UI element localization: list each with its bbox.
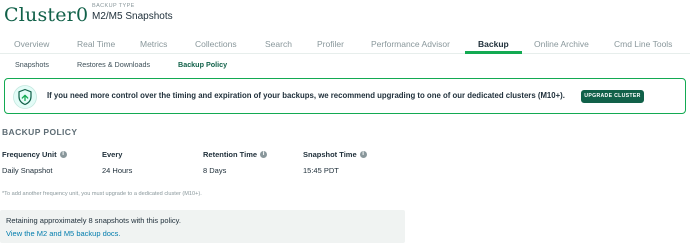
tab-backup[interactable]: Backup xyxy=(478,39,509,49)
tab-performance-advisor[interactable]: Performance Advisor xyxy=(371,39,450,49)
policy-column-value: Daily Snapshot xyxy=(2,166,53,175)
policy-column-value: 8 Days xyxy=(203,166,227,175)
info-icon[interactable]: i xyxy=(359,151,367,158)
policy-column-header-label: Retention Time xyxy=(203,150,258,159)
backup-type-label: BACKUP TYPE xyxy=(92,3,135,9)
policy-column-snapshot-time: Snapshot Time i 15:45 PDT xyxy=(303,150,367,175)
policy-column-every: Every 24 Hours xyxy=(102,150,132,175)
subtab-backup-policy[interactable]: Backup Policy xyxy=(178,60,227,69)
tab-collections[interactable]: Collections xyxy=(195,39,237,49)
tab-online-archive[interactable]: Online Archive xyxy=(534,39,589,49)
backup-policy-title: BACKUP POLICY xyxy=(2,127,78,137)
active-tab-indicator xyxy=(465,51,522,54)
upgrade-cluster-button[interactable]: UPGRADE CLUSTER xyxy=(581,90,644,103)
subtab-snapshots[interactable]: Snapshots xyxy=(15,60,49,69)
tab-search[interactable]: Search xyxy=(265,39,292,49)
tab-metrics[interactable]: Metrics xyxy=(140,39,167,49)
policy-column-header-label: Frequency Unit xyxy=(2,150,57,159)
backup-subtabs: Snapshots Restores & Downloads Backup Po… xyxy=(0,58,690,74)
tab-cmd-line-tools[interactable]: Cmd Line Tools xyxy=(614,39,672,49)
policy-column-header: Every xyxy=(102,150,132,159)
retention-summary-text: Retaining approximately 8 snapshots with… xyxy=(6,216,181,225)
retention-summary-box: Retaining approximately 8 snapshots with… xyxy=(0,210,405,243)
upgrade-banner: If you need more control over the timing… xyxy=(4,78,686,114)
shield-upgrade-icon xyxy=(13,85,37,109)
policy-column-header: Frequency Unit i xyxy=(2,150,67,159)
policy-column-frequency-unit: Frequency Unit i Daily Snapshot xyxy=(2,150,67,175)
upgrade-footnote: *To add another frequency unit, you must… xyxy=(2,191,202,197)
policy-column-retention-time: Retention Time i 8 Days xyxy=(203,150,268,175)
tab-overview[interactable]: Overview xyxy=(14,39,49,49)
cluster-header: Cluster0 BACKUP TYPE M2/M5 Snapshots xyxy=(0,0,690,34)
backup-type-value: M2/M5 Snapshots xyxy=(92,11,173,22)
cluster-tabs: Overview Real Time Metrics Collections S… xyxy=(0,36,690,54)
info-icon[interactable]: i xyxy=(59,151,67,158)
policy-column-value: 24 Hours xyxy=(102,166,133,175)
policy-column-header: Retention Time i xyxy=(203,150,268,159)
policy-column-header-label: Every xyxy=(102,150,123,159)
cluster-name: Cluster0 xyxy=(4,4,89,26)
policy-column-header: Snapshot Time i xyxy=(303,150,367,159)
tab-profiler[interactable]: Profiler xyxy=(317,39,344,49)
policy-column-header-label: Snapshot Time xyxy=(303,150,357,159)
subtab-restores-downloads[interactable]: Restores & Downloads xyxy=(77,60,150,69)
upgrade-banner-text: If you need more control over the timing… xyxy=(47,91,565,100)
info-icon[interactable]: i xyxy=(260,151,268,158)
backup-docs-link[interactable]: View the M2 and M5 backup docs. xyxy=(6,229,121,238)
policy-column-value: 15:45 PDT xyxy=(303,166,339,175)
tab-real-time[interactable]: Real Time xyxy=(77,39,115,49)
